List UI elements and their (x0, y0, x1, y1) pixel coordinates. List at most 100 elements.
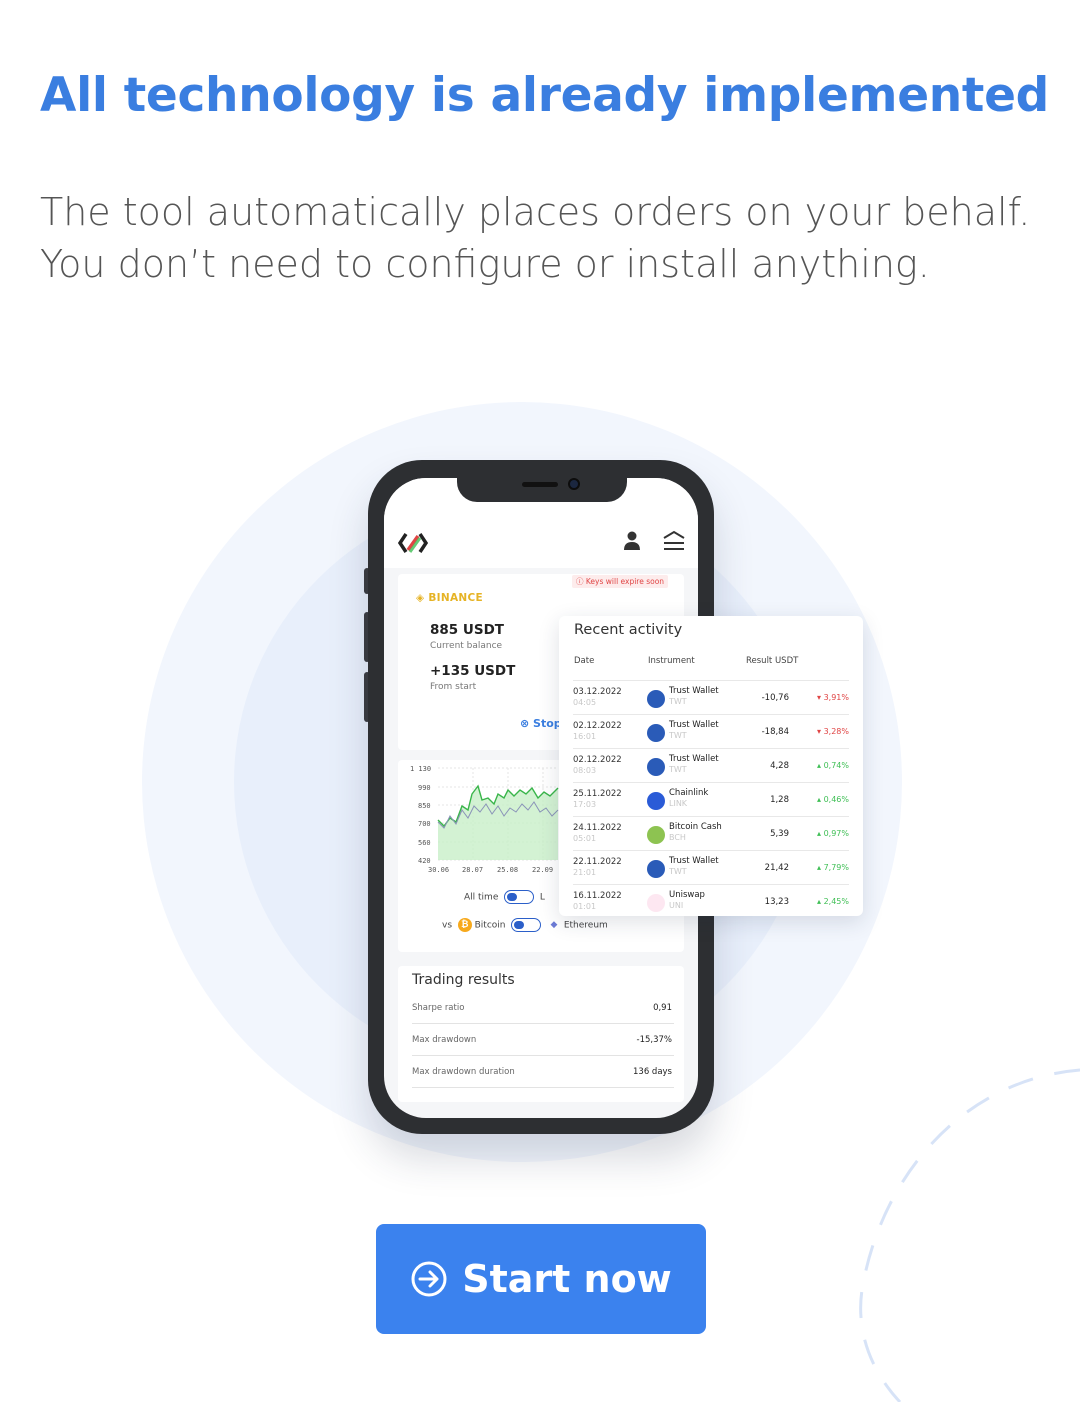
activity-row: 24.11.2022 05:01 Bitcoin Cash BCH 5,39 ▴ 0,97… (573, 816, 849, 850)
results-row: Max drawdown duration 136 days (412, 1056, 674, 1088)
bitcoin-cash-icon (647, 826, 665, 844)
instrument-name: Uniswap (669, 890, 705, 900)
result-percent: ▴ 7,79% (817, 863, 849, 872)
activity-row: 03.12.2022 04:05 Trust Wallet TWT -10,76 ▾ 3,… (573, 680, 849, 714)
page-description: The tool automatically places orders on … (40, 186, 1040, 290)
activity-row: 25.11.2022 17:03 Chainlink LINK 1,28 ▴ 0,46% (573, 782, 849, 816)
start-now-label: Start now (462, 1257, 672, 1301)
page-headline: All technology is already implemented (40, 68, 1050, 123)
activity-time: 04:05 (573, 698, 597, 707)
activity-time: 21:01 (573, 868, 597, 877)
result-value: -10,76 (761, 693, 789, 703)
activity-date: 22.11.2022 (573, 857, 622, 867)
y-tick: 990 (418, 784, 431, 792)
results-label: Max drawdown duration (412, 1067, 515, 1077)
trading-results-title: Trading results (412, 972, 515, 988)
result-percent: ▴ 0,74% (817, 761, 849, 770)
instrument-symbol: TWT (669, 867, 687, 876)
y-tick: 1 130 (410, 765, 431, 773)
result-value: 4,28 (770, 761, 789, 771)
activity-row: 16.11.2022 01:01 Uniswap UNI 13,23 ▴ 2,45% (573, 884, 849, 918)
bitcoin-icon: ₿ (457, 918, 472, 932)
result-percent: ▾ 3,28% (817, 727, 849, 736)
activity-time: 16:01 (573, 732, 597, 741)
instrument-symbol: LINK (669, 799, 688, 808)
instrument-symbol: BCH (669, 833, 686, 842)
phone-speaker (522, 482, 558, 487)
trust-wallet-icon (647, 758, 665, 776)
current-balance-label: Current balance (430, 641, 503, 651)
instrument-name: Chainlink (669, 788, 709, 798)
x-tick: 28.07 (462, 866, 483, 874)
result-value: 5,39 (770, 829, 789, 839)
uniswap-icon (647, 894, 665, 912)
recent-activity-title: Recent activity (574, 622, 683, 638)
results-label: Sharpe ratio (412, 1003, 465, 1013)
ethereum-icon: ◆ (546, 918, 561, 932)
instrument-name: Trust Wallet (669, 754, 719, 764)
stop-button[interactable]: ⊗ Stop (520, 717, 562, 730)
instrument-symbol: TWT (669, 765, 687, 774)
instrument-name: Bitcoin Cash (669, 822, 722, 832)
bitcoin-toggle[interactable] (511, 918, 542, 932)
results-value: 0,91 (653, 1003, 672, 1013)
instrument-symbol: TWT (669, 697, 687, 706)
results-value: 136 days (633, 1067, 672, 1077)
bitcoin-label: Bitcoin (474, 920, 506, 931)
results-row: Sharpe ratio 0,91 (412, 992, 674, 1024)
instrument-symbol: UNI (669, 901, 684, 910)
instrument-symbol: TWT (669, 731, 687, 740)
activity-row: 02.12.2022 08:03 Trust Wallet TWT 4,28 ▴ 0,74… (573, 748, 849, 782)
x-tick: 30.06 (428, 866, 449, 874)
trading-results-card: Trading results Sharpe ratio 0,91 Max dr… (398, 966, 684, 1102)
recent-activity-panel: Recent activity Date Instrument Result U… (559, 616, 863, 916)
all-time-toggle-row: All time L (464, 890, 545, 904)
user-icon[interactable] (620, 530, 644, 552)
all-time-label: All time (464, 892, 499, 903)
trust-wallet-icon (647, 690, 665, 708)
activity-date: 03.12.2022 (573, 687, 622, 697)
activity-date: 25.11.2022 (573, 789, 622, 799)
toggle-extra-label: L (539, 892, 545, 903)
description-line-1: The tool automatically places orders on … (40, 190, 1031, 234)
activity-row: 22.11.2022 21:01 Trust Wallet TWT 21,42 ▴ 7,7… (573, 850, 849, 884)
column-header-instrument: Instrument (648, 656, 695, 666)
y-tick: 850 (418, 802, 431, 810)
binance-logo: ◈ BINANCE (416, 592, 483, 604)
result-value: 13,23 (764, 897, 789, 907)
profit-value: +135 USDT (430, 663, 516, 679)
profit-label: From start (430, 682, 477, 692)
activity-date: 02.12.2022 (573, 755, 622, 765)
activity-date: 16.11.2022 (573, 891, 622, 901)
description-line-2: You don’t need to configure or install a… (40, 242, 930, 286)
ethereum-label: Ethereum (563, 920, 608, 931)
instrument-name: Trust Wallet (669, 720, 719, 730)
result-percent: ▴ 0,97% (817, 829, 849, 838)
chainlink-icon (647, 792, 665, 810)
activity-time: 17:03 (573, 800, 597, 809)
trust-wallet-icon (647, 724, 665, 742)
result-percent: ▴ 2,45% (817, 897, 849, 906)
arrow-right-circle-icon (411, 1261, 447, 1297)
keys-expiry-warning: ⓘ Keys will expire soon (572, 575, 669, 588)
results-value: -15,37% (636, 1035, 672, 1045)
activity-time: 01:01 (573, 902, 597, 911)
vs-label: vs (442, 920, 453, 931)
current-balance: 885 USDT (430, 622, 504, 638)
y-tick: 700 (418, 820, 431, 828)
compare-toggle-row: vs ₿ Bitcoin ◆ Ethereum (442, 918, 608, 932)
activity-time: 08:03 (573, 766, 597, 775)
activity-date: 24.11.2022 (573, 823, 622, 833)
y-tick: 420 (418, 857, 431, 865)
activity-time: 05:01 (573, 834, 597, 843)
result-percent: ▴ 0,46% (817, 795, 849, 804)
x-tick: 25.08 (497, 866, 518, 874)
x-tick: 22.09 (532, 866, 553, 874)
start-now-button[interactable]: Start now (376, 1224, 706, 1334)
all-time-toggle[interactable] (504, 890, 535, 904)
activity-date: 02.12.2022 (573, 721, 622, 731)
y-tick: 560 (418, 839, 431, 847)
result-value: -18,84 (761, 727, 789, 737)
menu-icon[interactable] (662, 530, 686, 552)
results-label: Max drawdown (412, 1035, 477, 1045)
